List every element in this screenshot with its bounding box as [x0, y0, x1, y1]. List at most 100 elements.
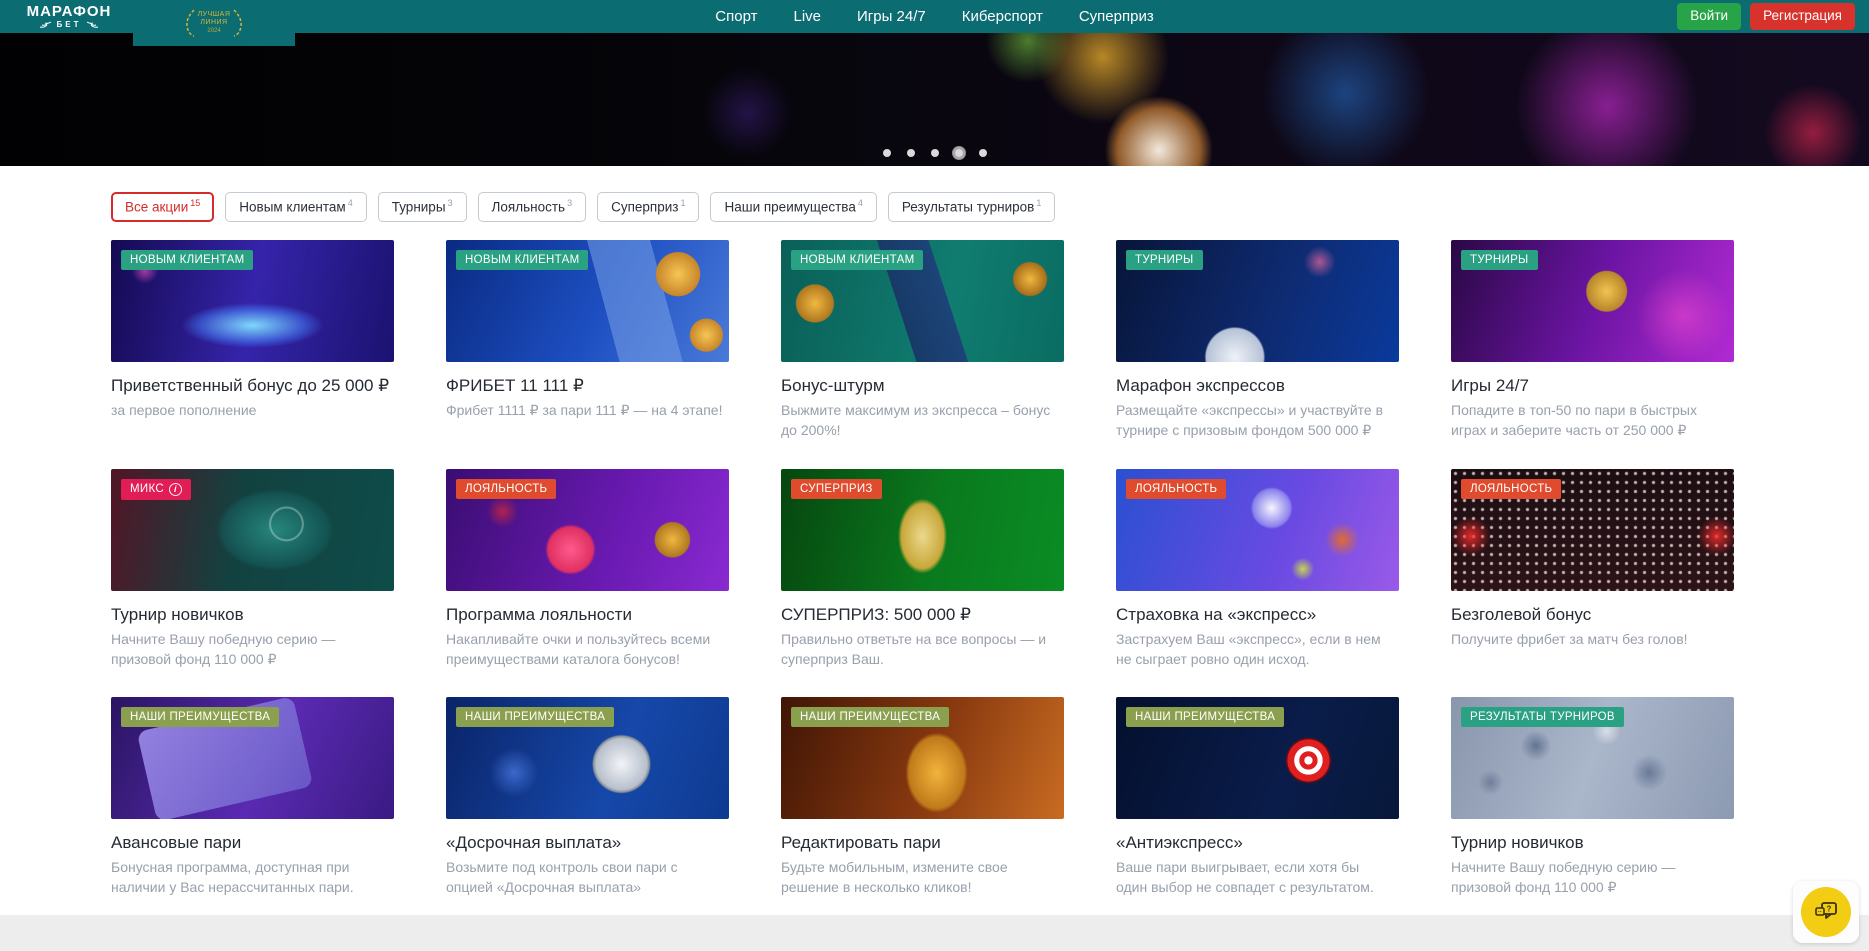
carousel-dot[interactable]	[979, 149, 987, 157]
promo-card[interactable]: ЛОЯЛЬНОСТЬ Безголевой бонус Получите фри…	[1451, 469, 1734, 670]
promo-card[interactable]: НАШИ ПРЕИМУЩЕСТВА Редактировать пари Буд…	[781, 697, 1064, 898]
footer-strip	[0, 915, 1869, 951]
promo-card-image: НАШИ ПРЕИМУЩЕСТВА	[1116, 697, 1399, 819]
promo-badge-label: НАШИ ПРЕИМУЩЕСТВА	[130, 711, 270, 723]
filter-tab[interactable]: Наши преимущества4	[710, 192, 876, 222]
svg-text:··: ··	[1818, 910, 1822, 916]
promo-card-title: «Антиэкспресс»	[1116, 832, 1399, 854]
promo-card-image: РЕЗУЛЬТАТЫ ТУРНИРОВ	[1451, 697, 1734, 819]
promo-badge: НОВЫМ КЛИЕНТАМ	[791, 250, 923, 270]
promo-badge: ТУРНИРЫ	[1126, 250, 1203, 270]
promo-card-description: Получите фрибет за матч без голов!	[1451, 630, 1734, 650]
main-nav: Спорт Live Игры 24/7 Киберспорт Суперприз	[715, 0, 1153, 33]
best-line-award-box: ЛУЧШАЯ ЛИНИЯ 2024	[133, 0, 295, 46]
promo-card-title: Безголевой бонус	[1451, 604, 1734, 626]
promo-card[interactable]: НОВЫМ КЛИЕНТАМ Бонус-штурм Выжмите макси…	[781, 240, 1064, 441]
filter-tab[interactable]: Результаты турниров1	[888, 192, 1056, 222]
filter-tab[interactable]: Суперприз1	[597, 192, 699, 222]
promo-badge-label: НАШИ ПРЕИМУЩЕСТВА	[465, 711, 605, 723]
promo-card-image: НОВЫМ КЛИЕНТАМ	[781, 240, 1064, 362]
promo-card[interactable]: НАШИ ПРЕИМУЩЕСТВА «Досрочная выплата» Во…	[446, 697, 729, 898]
filter-tab[interactable]: Турниры3	[378, 192, 467, 222]
promo-card-description: Застрахуем Ваш «экспресс», если в нем не…	[1116, 630, 1399, 670]
promo-card[interactable]: МИКС i Турнир новичков Начните Вашу побе…	[111, 469, 394, 670]
promo-card-description: Начните Вашу победную серию — призовой ф…	[111, 630, 394, 670]
promo-grid: НОВЫМ КЛИЕНТАМ Приветственный бонус до 2…	[111, 240, 1758, 899]
promo-card-title: «Досрочная выплата»	[446, 832, 729, 854]
promo-badge: НАШИ ПРЕИМУЩЕСТВА	[121, 707, 279, 727]
marathonbet-logo[interactable]: МАРАФОН БЕТ	[14, 4, 124, 29]
promo-card[interactable]: ТУРНИРЫ Игры 24/7 Попадите в топ-50 по п…	[1451, 240, 1734, 441]
carousel-dot[interactable]	[907, 149, 915, 157]
promo-badge: НАШИ ПРЕИМУЩЕСТВА	[1126, 707, 1284, 727]
promo-card-description: Накапливайте очки и пользуйтесь всеми пр…	[446, 630, 729, 670]
nav-item-5[interactable]: Суперприз	[1079, 8, 1154, 25]
promo-badge: ЛОЯЛЬНОСТЬ	[456, 479, 556, 499]
carousel-dot[interactable]	[883, 149, 891, 157]
promo-badge-label: ТУРНИРЫ	[1135, 254, 1194, 266]
support-chat-button[interactable]: ? ··	[1793, 881, 1859, 943]
promo-card-title: Приветственный бонус до 25 000 ₽	[111, 375, 394, 397]
promo-filter-tabs: Все акции15 Новым клиентам4 Турниры3 Лояльн…	[111, 192, 1869, 222]
promo-card-image: ЛОЯЛЬНОСТЬ	[446, 469, 729, 591]
nav-item-4[interactable]: Киберспорт	[962, 8, 1043, 25]
nav-item-3[interactable]: Игры 24/7	[857, 8, 926, 25]
promo-card-title: Бонус-штурм	[781, 375, 1064, 397]
filter-tab[interactable]: Все акции15	[111, 192, 214, 222]
promo-card-description: Бонусная программа, доступная при наличи…	[111, 858, 394, 898]
info-icon[interactable]: i	[169, 483, 182, 496]
promo-badge-label: ЛОЯЛЬНОСТЬ	[1135, 483, 1217, 495]
promo-card[interactable]: ТУРНИРЫ Марафон экспрессов Размещайте «э…	[1116, 240, 1399, 441]
promo-card-title: СУПЕРПРИЗ: 500 000 ₽	[781, 604, 1064, 626]
filter-tab[interactable]: Лояльность3	[478, 192, 587, 222]
promo-card-image: ЛОЯЛЬНОСТЬ	[1451, 469, 1734, 591]
promo-card-description: Возьмите под контроль свои пари с опцией…	[446, 858, 729, 898]
promo-card-title: Марафон экспрессов	[1116, 375, 1399, 397]
award-wreath-left-icon	[184, 8, 196, 38]
nav-item-2[interactable]: Live	[793, 8, 821, 25]
promo-badge-label: МИКС	[130, 483, 164, 495]
promo-card-description: Будьте мобильным, измените свое решение …	[781, 858, 1064, 898]
promo-badge: НОВЫМ КЛИЕНТАМ	[456, 250, 588, 270]
login-button[interactable]: Войти	[1677, 3, 1741, 29]
promo-badge-label: РЕЗУЛЬТАТЫ ТУРНИРОВ	[1470, 711, 1615, 723]
promo-card[interactable]: НАШИ ПРЕИМУЩЕСТВА Авансовые пари Бонусна…	[111, 697, 394, 898]
promo-badge-label: НОВЫМ КЛИЕНТАМ	[800, 254, 914, 266]
chat-help-icon: ? ··	[1801, 887, 1851, 937]
promo-badge: РЕЗУЛЬТАТЫ ТУРНИРОВ	[1461, 707, 1624, 727]
promo-card-image: НОВЫМ КЛИЕНТАМ	[446, 240, 729, 362]
promo-card-image: НАШИ ПРЕИМУЩЕСТВА	[111, 697, 394, 819]
promo-card[interactable]: СУПЕРПРИЗ СУПЕРПРИЗ: 500 000 ₽ Правильно…	[781, 469, 1064, 670]
promo-card-title: Редактировать пари	[781, 832, 1064, 854]
promo-card-description: Начните Вашу победную серию — призовой ф…	[1451, 858, 1734, 898]
register-button[interactable]: Регистрация	[1750, 3, 1855, 29]
promo-card-description: Правильно ответьте на все вопросы — и су…	[781, 630, 1064, 670]
promo-card[interactable]: НОВЫМ КЛИЕНТАМ ФРИБЕТ 11 111 ₽ Фрибет 11…	[446, 240, 729, 441]
promo-card-description: Выжмите максимум из экспресса – бонус до…	[781, 401, 1064, 441]
carousel-dots	[883, 149, 987, 157]
nav-item-1[interactable]: Спорт	[715, 8, 757, 25]
promo-card[interactable]: НАШИ ПРЕИМУЩЕСТВА «Антиэкспресс» Ваше па…	[1116, 697, 1399, 898]
promo-card-title: Программа лояльности	[446, 604, 729, 626]
promo-card-image: ТУРНИРЫ	[1451, 240, 1734, 362]
award-wreath-right-icon	[232, 8, 244, 38]
promo-card-image: НОВЫМ КЛИЕНТАМ	[111, 240, 394, 362]
promo-card[interactable]: ЛОЯЛЬНОСТЬ Страховка на «экспресс» Застр…	[1116, 469, 1399, 670]
carousel-dot[interactable]	[955, 149, 963, 157]
carousel-dot[interactable]	[931, 149, 939, 157]
promo-badge: НАШИ ПРЕИМУЩЕСТВА	[456, 707, 614, 727]
filter-tab[interactable]: Новым клиентам4	[225, 192, 366, 222]
promo-card[interactable]: РЕЗУЛЬТАТЫ ТУРНИРОВ Турнир новичков Начн…	[1451, 697, 1734, 898]
promo-card-title: Турнир новичков	[1451, 832, 1734, 854]
promo-card-image: ЛОЯЛЬНОСТЬ	[1116, 469, 1399, 591]
promo-badge-label: ЛОЯЛЬНОСТЬ	[1470, 483, 1552, 495]
promo-badge: ТУРНИРЫ	[1461, 250, 1538, 270]
promo-card-image: СУПЕРПРИЗ	[781, 469, 1064, 591]
promo-badge: СУПЕРПРИЗ	[791, 479, 882, 499]
promo-card-description: Ваше пари выигрывает, если хотя бы один …	[1116, 858, 1399, 898]
promo-badge-label: НОВЫМ КЛИЕНТАМ	[465, 254, 579, 266]
promo-card[interactable]: НОВЫМ КЛИЕНТАМ Приветственный бонус до 2…	[111, 240, 394, 441]
promo-card[interactable]: ЛОЯЛЬНОСТЬ Программа лояльности Накаплив…	[446, 469, 729, 670]
hero-banner[interactable]	[0, 33, 1869, 166]
promo-card-image: ТУРНИРЫ	[1116, 240, 1399, 362]
